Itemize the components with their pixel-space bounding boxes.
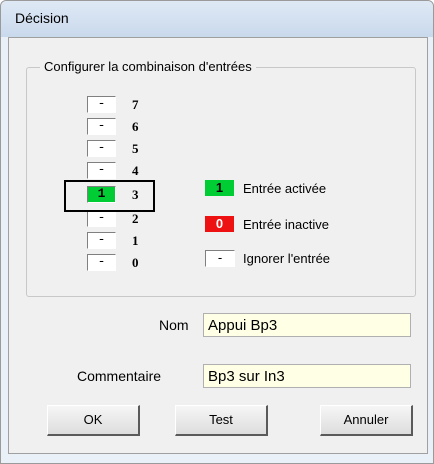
bit-selection-frame bbox=[64, 180, 155, 212]
ok-button[interactable]: OK bbox=[47, 405, 140, 436]
bit-row-1[interactable]: - 1 bbox=[80, 232, 160, 250]
bit-row-0[interactable]: - 0 bbox=[80, 254, 160, 272]
title-bar[interactable]: Décision bbox=[1, 1, 433, 37]
legend-active-label: Entrée activée bbox=[243, 181, 327, 196]
bit-number-2: 2 bbox=[132, 211, 139, 226]
legend-inactive-swatch: 0 bbox=[205, 216, 234, 232]
name-field[interactable]: Appui Bp3 bbox=[203, 313, 411, 337]
legend-ignore-label: Ignorer l'entrée bbox=[243, 251, 331, 266]
legend-ignore-swatch: - bbox=[205, 250, 235, 267]
bit-toggle-5[interactable]: - bbox=[87, 140, 116, 157]
legend-inactive-label: Entrée inactive bbox=[243, 217, 329, 232]
legend-active: 1 Entrée activée bbox=[205, 180, 385, 200]
bit-toggle-1[interactable]: - bbox=[87, 232, 116, 249]
bit-number-4: 4 bbox=[132, 163, 139, 178]
bit-number-0: 0 bbox=[132, 255, 139, 270]
comment-field[interactable]: Bp3 sur In3 bbox=[203, 364, 411, 388]
bit-toggle-7[interactable]: - bbox=[87, 96, 116, 113]
bit-number-5: 5 bbox=[132, 141, 139, 156]
bit-row-6[interactable]: - 6 bbox=[80, 118, 160, 136]
bit-toggle-4[interactable]: - bbox=[87, 162, 116, 179]
bit-toggle-2[interactable]: - bbox=[87, 210, 116, 227]
bit-row-2[interactable]: - 2 bbox=[80, 210, 160, 228]
bit-number-6: 6 bbox=[132, 119, 139, 134]
legend-inactive: 0 Entrée inactive bbox=[205, 216, 385, 236]
legend-active-swatch: 1 bbox=[205, 180, 234, 196]
window-title: Décision bbox=[15, 10, 69, 26]
comment-label: Commentaire bbox=[77, 368, 162, 384]
bit-toggle-0[interactable]: - bbox=[87, 254, 116, 271]
bit-row-5[interactable]: - 5 bbox=[80, 140, 160, 158]
cancel-button[interactable]: Annuler bbox=[320, 405, 413, 436]
bit-row-4[interactable]: - 4 bbox=[80, 162, 160, 180]
group-title: Configurer la combinaison d'entrées bbox=[40, 59, 256, 74]
bit-number-1: 1 bbox=[132, 233, 139, 248]
test-button[interactable]: Test bbox=[175, 405, 268, 436]
name-label: Nom bbox=[159, 317, 189, 333]
bit-number-7: 7 bbox=[132, 97, 139, 112]
bit-toggle-6[interactable]: - bbox=[87, 118, 116, 135]
legend-ignore: - Ignorer l'entrée bbox=[205, 250, 385, 270]
bit-row-7[interactable]: - 7 bbox=[80, 96, 160, 114]
